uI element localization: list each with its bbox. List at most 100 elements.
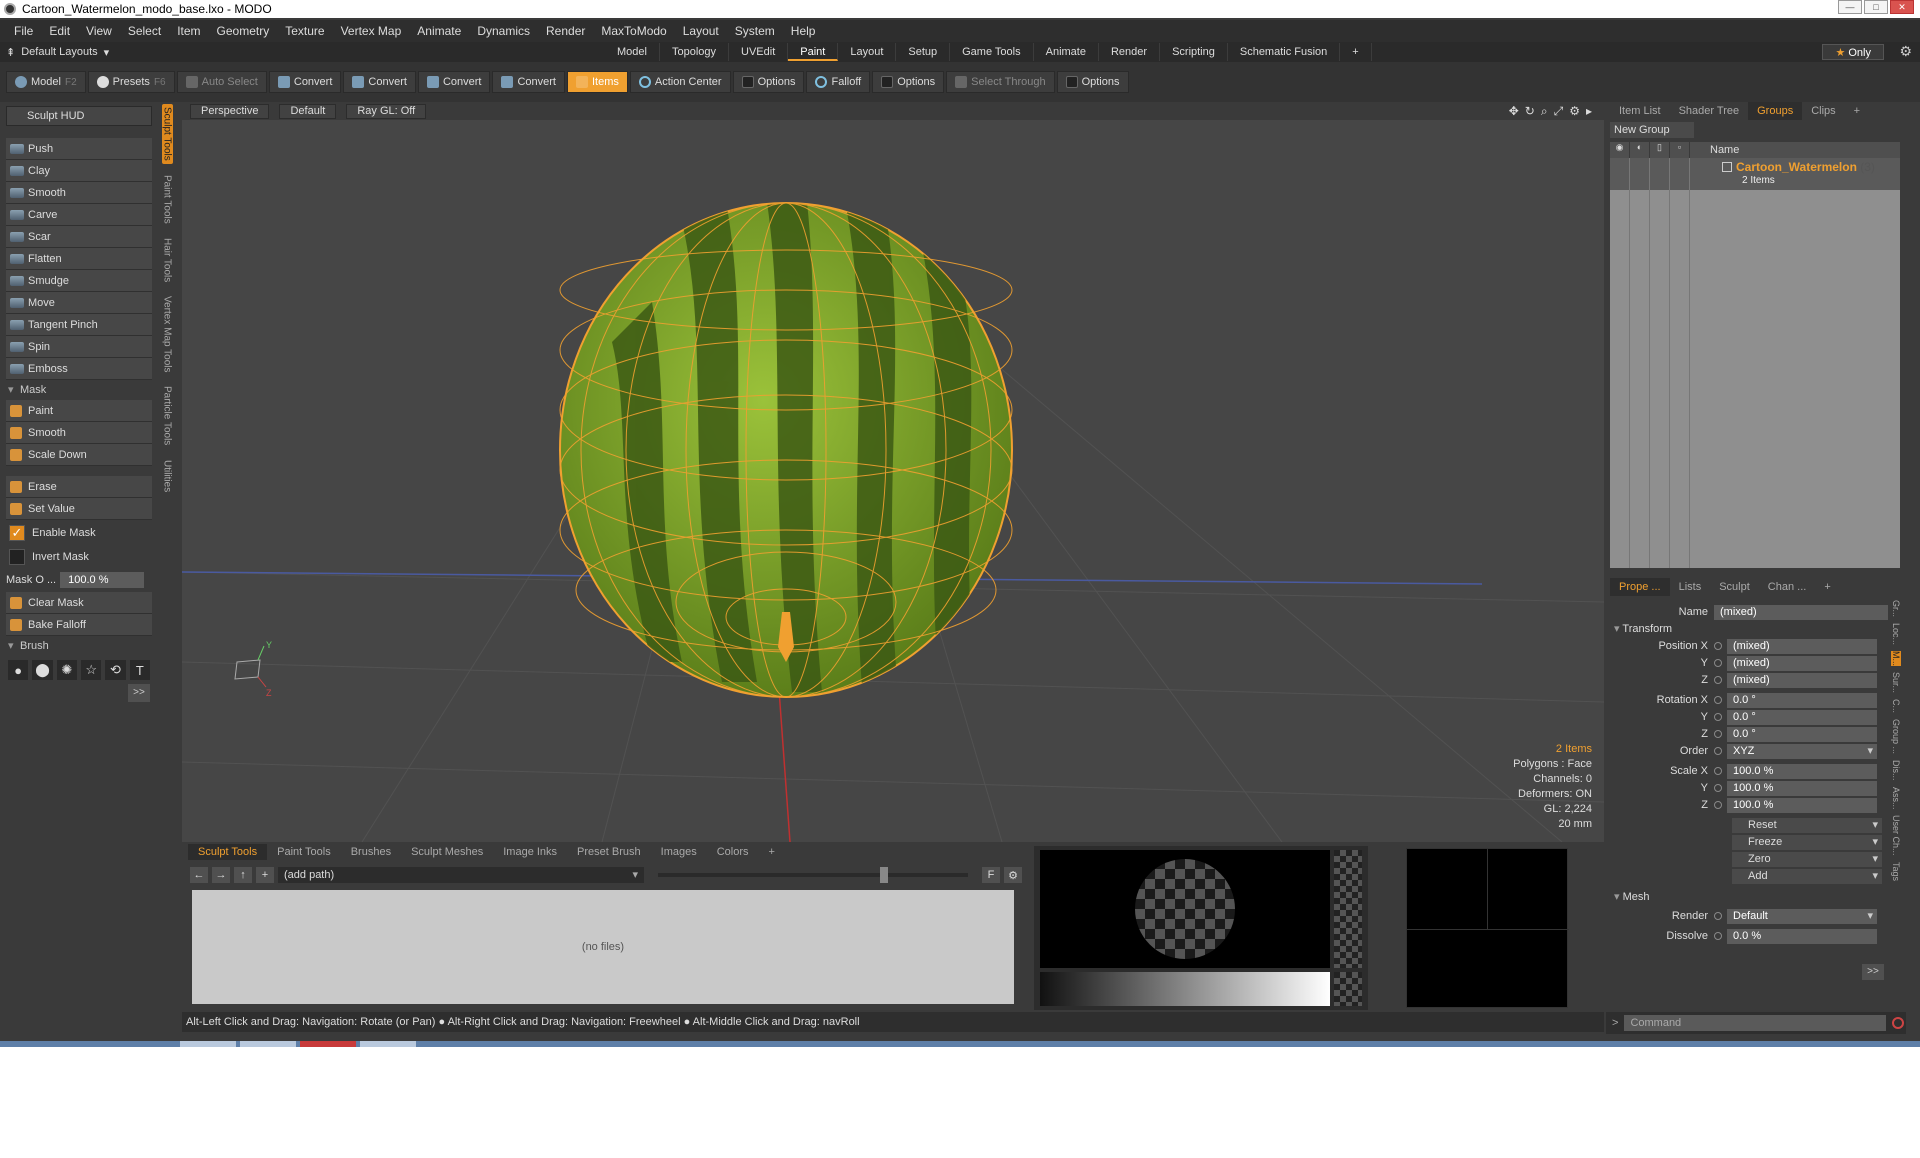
tab-shader-tree[interactable]: Shader Tree bbox=[1670, 102, 1749, 120]
name-field[interactable]: (mixed) bbox=[1714, 604, 1888, 620]
tab-topology[interactable]: Topology bbox=[660, 43, 730, 61]
taskbar-item[interactable] bbox=[300, 1041, 356, 1047]
rotation-y-field[interactable]: 0.0 ° bbox=[1727, 709, 1877, 725]
tab-animate[interactable]: Animate bbox=[1034, 43, 1099, 61]
view-type-dropdown[interactable]: Perspective bbox=[190, 103, 270, 119]
tool-flatten[interactable]: Flatten bbox=[6, 248, 152, 270]
menu-view[interactable]: View bbox=[78, 24, 120, 38]
tab-paint[interactable]: Paint bbox=[788, 43, 839, 61]
sidetab-dis[interactable]: Dis... bbox=[1891, 760, 1901, 781]
tab-layout[interactable]: Layout bbox=[838, 43, 897, 61]
sidetab-paint-tools[interactable]: Paint Tools bbox=[162, 172, 173, 227]
menu-geometry[interactable]: Geometry bbox=[209, 24, 278, 38]
layout-selector[interactable]: ⇞ Default Layouts ▾ bbox=[6, 46, 109, 59]
shading-dropdown[interactable]: Default bbox=[279, 103, 337, 119]
render-dropdown[interactable]: Default bbox=[1727, 908, 1877, 924]
select-options-button[interactable]: Options bbox=[1056, 71, 1129, 93]
menu-texture[interactable]: Texture bbox=[277, 24, 332, 38]
add-tab-button[interactable]: + bbox=[1815, 578, 1839, 596]
tool-emboss[interactable]: Emboss bbox=[6, 358, 152, 380]
gear-icon[interactable]: ⚙ bbox=[1004, 867, 1022, 883]
mask-section[interactable]: Mask bbox=[6, 380, 152, 400]
tab-image-inks[interactable]: Image Inks bbox=[493, 844, 567, 860]
falloff-options-button[interactable]: Options bbox=[872, 71, 945, 93]
only-button[interactable]: ★ Only bbox=[1822, 44, 1884, 60]
text-icon[interactable]: T bbox=[129, 660, 150, 680]
mask-erase[interactable]: Erase bbox=[6, 476, 152, 498]
clear-mask-button[interactable]: Clear Mask bbox=[6, 592, 152, 614]
falloff-button[interactable]: Falloff bbox=[806, 71, 871, 93]
triangle-right-icon[interactable]: ▸ bbox=[1586, 104, 1592, 119]
tab-lists[interactable]: Lists bbox=[1670, 578, 1711, 596]
sidetab-gr[interactable]: Gr... bbox=[1891, 600, 1901, 617]
taskbar-item[interactable] bbox=[360, 1041, 416, 1047]
more-button[interactable]: >> bbox=[128, 684, 150, 702]
enable-mask-toggle[interactable]: ✓ Enable Mask bbox=[6, 522, 152, 544]
order-dropdown[interactable]: XYZ bbox=[1727, 743, 1877, 759]
splat-icon[interactable]: ✺ bbox=[56, 660, 77, 680]
items-button[interactable]: Items bbox=[567, 71, 628, 93]
tab-setup[interactable]: Setup bbox=[896, 43, 951, 61]
forward-arrow-icon[interactable]: → bbox=[212, 867, 230, 883]
up-folder-icon[interactable]: ↑ bbox=[234, 867, 252, 883]
tool-spin[interactable]: Spin bbox=[6, 336, 152, 358]
tool-smooth[interactable]: Smooth bbox=[6, 182, 152, 204]
taskbar-item[interactable] bbox=[240, 1041, 296, 1047]
add-tab-button[interactable]: + bbox=[759, 844, 785, 860]
tool-carve[interactable]: Carve bbox=[6, 204, 152, 226]
sidetab-sculpt-tools[interactable]: Sculpt Tools bbox=[161, 104, 173, 164]
menu-item[interactable]: Item bbox=[169, 24, 208, 38]
menu-file[interactable]: File bbox=[6, 24, 41, 38]
tab-images[interactable]: Images bbox=[651, 844, 707, 860]
transform-section[interactable]: Transform bbox=[1614, 622, 1672, 635]
hard-dot-icon[interactable]: ⬤ bbox=[32, 660, 53, 680]
menu-render[interactable]: Render bbox=[538, 24, 593, 38]
add-tab-button[interactable]: + bbox=[1340, 43, 1372, 61]
maximize-view-icon[interactable]: ⤢ bbox=[1554, 104, 1564, 119]
scale-x-field[interactable]: 100.0 % bbox=[1727, 763, 1877, 779]
menu-help[interactable]: Help bbox=[783, 24, 824, 38]
collapse-icon[interactable]: ⇞ bbox=[6, 46, 15, 59]
keyframe-dot[interactable] bbox=[1714, 713, 1722, 721]
action-center-button[interactable]: Action Center bbox=[629, 71, 731, 93]
mask-paint[interactable]: Paint bbox=[6, 400, 152, 422]
sidetab-c[interactable]: C... bbox=[1891, 699, 1901, 713]
sidetab-m[interactable]: M... bbox=[1891, 651, 1901, 667]
record-icon[interactable] bbox=[1892, 1017, 1905, 1029]
mesh-section[interactable]: Mesh bbox=[1614, 890, 1650, 903]
scale-z-field[interactable]: 100.0 % bbox=[1727, 797, 1877, 813]
scale-y-field[interactable]: 100.0 % bbox=[1727, 780, 1877, 796]
tool-tangent-pinch[interactable]: Tangent Pinch bbox=[6, 314, 152, 336]
position-x-field[interactable]: (mixed) bbox=[1727, 638, 1877, 654]
command-input[interactable]: Command bbox=[1624, 1015, 1887, 1031]
zoom-icon[interactable]: ⌕ bbox=[1541, 104, 1548, 119]
sidetab-user-ch[interactable]: User Ch... bbox=[1891, 815, 1901, 856]
sidetab-ass[interactable]: Ass... bbox=[1891, 787, 1901, 810]
file-list-area[interactable]: (no files) bbox=[192, 890, 1014, 1004]
gear-icon[interactable]: ⚙ bbox=[1899, 43, 1912, 60]
menu-layout[interactable]: Layout bbox=[675, 24, 727, 38]
tab-game-tools[interactable]: Game Tools bbox=[950, 43, 1034, 61]
keyframe-dot[interactable] bbox=[1714, 642, 1722, 650]
tab-sculpt[interactable]: Sculpt bbox=[1710, 578, 1759, 596]
dissolve-field[interactable]: 0.0 % bbox=[1727, 928, 1877, 944]
freeze-dropdown[interactable]: Freeze bbox=[1732, 835, 1882, 850]
menu-vertex-map[interactable]: Vertex Map bbox=[333, 24, 410, 38]
tab-model[interactable]: Model bbox=[605, 43, 660, 61]
gear-icon[interactable]: ⚙ bbox=[1569, 104, 1580, 119]
convert-edges-button[interactable]: Convert bbox=[343, 71, 416, 93]
keyframe-dot[interactable] bbox=[1714, 932, 1722, 940]
raygl-toggle[interactable]: Ray GL: Off bbox=[346, 103, 427, 119]
sidetab-group[interactable]: Group ... bbox=[1891, 719, 1901, 754]
tab-scripting[interactable]: Scripting bbox=[1160, 43, 1228, 61]
tab-colors[interactable]: Colors bbox=[707, 844, 759, 860]
reset-dropdown[interactable]: Reset bbox=[1732, 818, 1882, 833]
add-dropdown[interactable]: Add bbox=[1732, 869, 1882, 884]
invert-mask-toggle[interactable]: Invert Mask bbox=[6, 546, 152, 568]
sidetab-vertex-map-tools[interactable]: Vertex Map Tools bbox=[162, 293, 173, 376]
position-y-field[interactable]: (mixed) bbox=[1727, 655, 1877, 671]
viewport-scene[interactable]: Y Z bbox=[182, 102, 1604, 842]
convert-vertices-button[interactable]: Convert bbox=[268, 71, 342, 93]
tool-scar[interactable]: Scar bbox=[6, 226, 152, 248]
menu-dynamics[interactable]: Dynamics bbox=[469, 24, 538, 38]
